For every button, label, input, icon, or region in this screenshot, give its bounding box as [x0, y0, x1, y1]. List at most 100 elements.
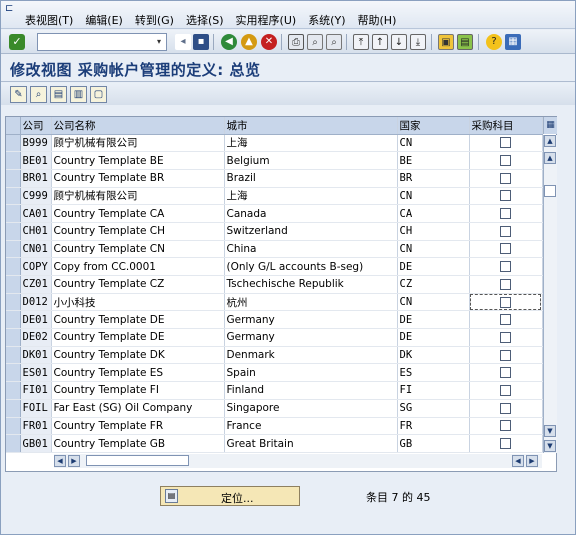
table-row[interactable]: BE01 Country Template BE Belgium BE [6, 151, 543, 170]
cancel-icon[interactable]: ✕ [261, 34, 277, 50]
table-row[interactable]: DE01 Country Template DE Germany DE [6, 310, 543, 330]
row-selector[interactable] [6, 151, 21, 170]
purchasing-account-checkbox[interactable] [500, 296, 511, 308]
table-row[interactable]: FI01 Country Template FI Finland FI [6, 381, 543, 400]
first-page-icon[interactable]: ⤒ [353, 34, 369, 50]
table-row[interactable]: CH01 Country Template CH Switzerland CH [6, 222, 543, 241]
row-selector[interactable] [6, 310, 21, 330]
row-selector[interactable] [6, 434, 21, 453]
scroll-right-end-icon[interactable]: ▶ [526, 455, 538, 467]
menu-item[interactable]: 帮助(H) [352, 14, 403, 28]
table-row[interactable]: ES01 Country Template ES Spain ES [6, 363, 543, 383]
last-page-icon[interactable]: ⤓ [410, 34, 426, 50]
find-next-icon[interactable]: ⌕ [326, 34, 342, 50]
purchasing-account-checkbox[interactable] [500, 261, 511, 273]
row-selector[interactable] [6, 293, 21, 312]
vertical-scroll-thumb[interactable] [544, 185, 556, 197]
help-icon[interactable]: ? [486, 34, 502, 50]
table-row[interactable]: DK01 Country Template DK Denmark DK [6, 346, 543, 365]
row-selector[interactable] [6, 169, 21, 188]
column-header[interactable]: 公司 [20, 117, 52, 135]
menu-item[interactable]: 系统(Y) [302, 14, 351, 28]
exit-icon[interactable]: ▲ [241, 34, 257, 50]
details-icon[interactable]: ⌕ [30, 86, 47, 103]
back-icon[interactable]: ◀ [221, 34, 237, 50]
save-icon[interactable]: ▪ [193, 34, 209, 50]
table-row[interactable]: CA01 Country Template CA Canada CA [6, 204, 543, 223]
row-selector[interactable] [6, 363, 21, 383]
command-input[interactable] [38, 34, 150, 50]
table-row[interactable]: GB01 Country Template GB Great Britain GB [6, 434, 543, 453]
select-block-icon[interactable]: ▥ [70, 86, 87, 103]
purchasing-account-checkbox[interactable] [500, 331, 511, 343]
purchasing-account-checkbox[interactable] [500, 172, 511, 184]
table-row[interactable]: FR01 Country Template FR France FR [6, 417, 543, 436]
menu-item[interactable]: 编辑(E) [79, 14, 129, 28]
row-selector[interactable] [6, 381, 21, 400]
select-all-rows-cell[interactable] [6, 117, 21, 135]
row-selector[interactable] [6, 222, 21, 241]
purchasing-account-checkbox[interactable] [500, 155, 511, 167]
print-icon[interactable]: ⎙ [288, 34, 304, 50]
scroll-down-bottom-icon[interactable]: ▼ [544, 440, 556, 452]
scroll-left-icon[interactable]: ◀ [54, 455, 66, 467]
horizontal-scrollbar[interactable]: ◀ ▶ ◀ ▶ [54, 454, 542, 468]
layout-icon[interactable]: ▦ [505, 34, 521, 50]
row-selector[interactable] [6, 187, 21, 206]
table-row[interactable]: CN01 Country Template CN China CN [6, 240, 543, 259]
table-settings-icon[interactable]: ▦ [543, 117, 557, 134]
deselect-all-icon[interactable]: ▢ [90, 86, 107, 103]
column-header[interactable]: 采购科目 [469, 117, 543, 135]
table-row[interactable]: B999 顾宁机械有限公司 上海 CN [6, 134, 543, 153]
window-menu-icon[interactable]: ⊏ [5, 3, 17, 14]
purchasing-account-checkbox[interactable] [500, 384, 511, 396]
menu-item[interactable]: 实用程序(U) [230, 14, 303, 28]
purchasing-account-checkbox[interactable] [500, 137, 511, 149]
row-selector[interactable] [6, 240, 21, 259]
back-arrow-icon[interactable]: ◂ [175, 34, 191, 50]
position-button[interactable]: ▤ 定位... [160, 486, 300, 506]
purchasing-account-checkbox[interactable] [500, 367, 511, 379]
purchasing-account-checkbox[interactable] [500, 438, 511, 450]
column-header[interactable]: 城市 [224, 117, 398, 135]
row-selector[interactable] [6, 204, 21, 223]
scroll-down-icon[interactable]: ▼ [544, 425, 556, 437]
purchasing-account-checkbox[interactable] [500, 243, 511, 255]
menu-item[interactable]: 表视图(T) [19, 14, 79, 28]
table-row[interactable]: CZ01 Country Template CZ Tschechische Repu… [6, 275, 543, 294]
command-field[interactable]: ▾ [37, 33, 167, 51]
select-all-icon[interactable]: ▤ [50, 86, 67, 103]
horizontal-scroll-thumb[interactable] [86, 455, 189, 466]
scroll-up-icon[interactable]: ▲ [544, 152, 556, 164]
row-selector[interactable] [6, 346, 21, 365]
vertical-scrollbar[interactable]: ▲ ▲ ▼ ▼ [543, 135, 557, 453]
table-row[interactable]: BR01 Country Template BR Brazil BR [6, 169, 543, 188]
row-selector[interactable] [6, 417, 21, 436]
purchasing-account-checkbox[interactable] [500, 278, 511, 290]
menu-item[interactable]: 转到(G) [129, 14, 180, 28]
new-session-icon[interactable]: ▣ [438, 34, 454, 50]
row-selector[interactable] [6, 134, 21, 153]
purchasing-account-checkbox[interactable] [500, 314, 511, 326]
table-row[interactable]: C999 顾宁机械有限公司 上海 CN [6, 187, 543, 206]
purchasing-account-checkbox[interactable] [500, 190, 511, 202]
command-history-icon[interactable]: ▾ [153, 35, 165, 49]
find-icon[interactable]: ⌕ [307, 34, 323, 50]
column-header[interactable]: 国家 [397, 117, 470, 135]
scroll-left-end-icon[interactable]: ◀ [512, 455, 524, 467]
column-header[interactable]: 公司名称 [51, 117, 225, 135]
scroll-right-icon[interactable]: ▶ [68, 455, 80, 467]
scroll-up-top-icon[interactable]: ▲ [544, 135, 556, 147]
table-row[interactable]: D012 小小科技 杭州 CN [6, 293, 543, 312]
row-selector[interactable] [6, 257, 21, 276]
purchasing-account-checkbox[interactable] [500, 420, 511, 432]
next-page-icon[interactable]: ↓ [391, 34, 407, 50]
previous-page-icon[interactable]: ↑ [372, 34, 388, 50]
table-row[interactable]: DE02 Country Template DE Germany DE [6, 328, 543, 347]
row-selector[interactable] [6, 328, 21, 347]
shortcut-icon[interactable]: ▤ [457, 34, 473, 50]
purchasing-account-checkbox[interactable] [500, 349, 511, 361]
row-selector[interactable] [6, 399, 21, 418]
purchasing-account-checkbox[interactable] [500, 402, 511, 414]
purchasing-account-checkbox[interactable] [500, 225, 511, 237]
